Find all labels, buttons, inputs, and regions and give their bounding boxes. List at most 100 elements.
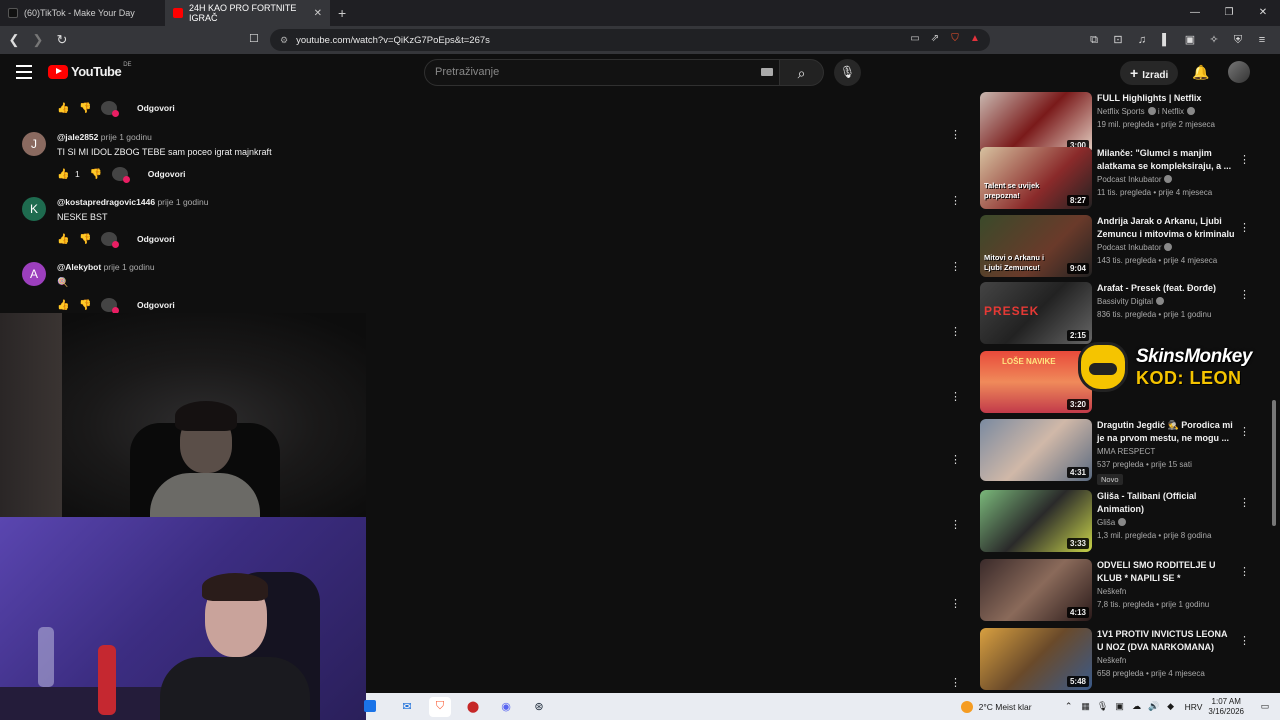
video-title[interactable]: Dragutin Jegdić 🕵 Porodica mi je na prvo… <box>1097 419 1235 445</box>
more-options-icon[interactable]: ⋮ <box>950 128 961 141</box>
commenter-avatar[interactable]: J <box>22 132 46 156</box>
system-clock[interactable]: 1:07 AM 3/16/2026 <box>1208 697 1244 717</box>
like-icon[interactable]: 👍 <box>57 169 69 180</box>
video-title[interactable]: Milanče: "Glumci s manjim alatkama se ko… <box>1097 147 1235 173</box>
extensions-icon[interactable]: ⧉ <box>1086 32 1102 48</box>
more-options-icon[interactable]: ⋮ <box>950 453 961 466</box>
search-input[interactable]: Pretraživanje <box>424 59 780 86</box>
dislike-icon[interactable]: 👎 <box>90 169 102 180</box>
minimize-icon[interactable]: — <box>1178 0 1212 26</box>
leo-ai-icon[interactable]: ✧ <box>1206 32 1222 48</box>
hamburger-menu-icon[interactable] <box>16 65 32 79</box>
close-window-icon[interactable]: ✕ <box>1246 0 1280 26</box>
close-tab-icon[interactable]: ✕ <box>314 8 322 19</box>
back-icon[interactable]: ❮ <box>4 32 24 48</box>
page-scrollbar[interactable] <box>1272 400 1276 526</box>
steam-icon[interactable]: ⊛ <box>528 697 550 717</box>
tray-app-icon[interactable]: ◆ <box>1164 701 1178 712</box>
screenshot-icon[interactable]: ⊡ <box>1110 32 1126 48</box>
windows-start-icon[interactable] <box>364 700 376 712</box>
channel-name[interactable]: Netflix Sports <box>1097 107 1145 116</box>
more-options-icon[interactable]: ⋮ <box>950 325 961 338</box>
more-options-icon[interactable]: ⋮ <box>950 390 961 403</box>
like-icon[interactable]: 👍 <box>57 234 69 245</box>
channel-name[interactable]: Bassivity Digital <box>1097 297 1153 306</box>
youtube-logo[interactable]: YouTube DE <box>48 62 132 79</box>
more-options-icon[interactable]: ⋮ <box>1239 221 1250 234</box>
channel-suffix[interactable]: i Netflix <box>1158 107 1184 116</box>
vpn-icon[interactable]: ⛨ <box>1230 32 1246 48</box>
comment-time[interactable]: prije 1 godinu <box>157 197 208 207</box>
dislike-icon[interactable]: 👎 <box>79 103 91 114</box>
channel-name[interactable]: Neškefn <box>1097 656 1126 665</box>
language-indicator[interactable]: HRV <box>1185 702 1203 712</box>
recommended-video[interactable]: Talent se uvijek prepozna! 8:27 Milanče:… <box>980 147 1250 211</box>
video-thumbnail[interactable]: Talent se uvijek prepozna! 8:27 <box>980 147 1092 209</box>
comment-author[interactable]: @kostapredragovic1446 <box>57 197 155 207</box>
volume-icon[interactable]: 🔊 <box>1147 701 1161 712</box>
more-options-icon[interactable]: ⋮ <box>950 518 961 531</box>
bookmark-icon[interactable]: ☐ <box>249 32 259 45</box>
new-tab-button[interactable]: + <box>338 5 346 21</box>
address-bar[interactable]: ⚙ youtube.com/watch?v=QiKzG7PoEps&t=267s… <box>270 29 990 51</box>
comment-author[interactable]: @jale2852 <box>57 132 98 142</box>
network-icon[interactable]: ▦ <box>1079 701 1093 712</box>
restore-icon[interactable]: ❐ <box>1212 0 1246 26</box>
video-title[interactable]: Arafat - Presek (feat. Đorđe) <box>1097 282 1235 295</box>
more-options-icon[interactable]: ⋮ <box>1239 288 1250 301</box>
notifications-icon[interactable]: 🔔 <box>1192 64 1209 81</box>
recommended-video[interactable]: Mitovi o Arkanu i Ljubi Zemuncu! 9:04 An… <box>980 215 1250 279</box>
keyboard-icon[interactable] <box>761 68 773 76</box>
outlook-icon[interactable]: ✉ <box>396 697 418 717</box>
tray-expand-icon[interactable]: ⌃ <box>1062 701 1076 712</box>
tab-tiktok[interactable]: (60)TikTok - Make Your Day <box>0 0 165 26</box>
like-icon[interactable]: 👍 <box>57 300 69 311</box>
video-title[interactable]: 1V1 PROTIV INVICTUS LEONA U NOZ (DVA NAR… <box>1097 628 1235 654</box>
app-icon[interactable]: ⬤ <box>462 697 484 717</box>
recommended-video[interactable]: 3:33 Gliša - Talibani (Official Animatio… <box>980 490 1250 554</box>
more-options-icon[interactable]: ⋮ <box>950 260 961 273</box>
dislike-icon[interactable]: 👎 <box>79 300 91 311</box>
search-button[interactable]: ⌕ <box>780 59 824 86</box>
video-thumbnail[interactable]: 3:33 <box>980 490 1092 552</box>
discord-icon[interactable]: ◉ <box>495 697 517 717</box>
comment-author[interactable]: @Alekybot <box>57 262 101 272</box>
reload-icon[interactable]: ↻ <box>52 32 72 48</box>
more-options-icon[interactable]: ⋮ <box>1239 565 1250 578</box>
wallet-icon[interactable]: ▣ <box>1182 32 1198 48</box>
more-options-icon[interactable]: ⋮ <box>950 676 961 689</box>
share-icon[interactable]: ⇗ <box>928 33 942 47</box>
video-title[interactable]: FULL Highlights | Netflix <box>1097 92 1235 105</box>
more-options-icon[interactable]: ⋮ <box>1239 496 1250 509</box>
video-thumbnail[interactable]: Mitovi o Arkanu i Ljubi Zemuncu! 9:04 <box>980 215 1092 277</box>
commenter-avatar[interactable]: K <box>22 197 46 221</box>
more-options-icon[interactable]: ⋮ <box>1239 634 1250 647</box>
music-icon[interactable]: ♫ <box>1134 32 1150 48</box>
more-options-icon[interactable]: ⋮ <box>1239 153 1250 166</box>
reply-button[interactable]: Odgovori <box>137 103 175 113</box>
menu-icon[interactable]: ≡ <box>1254 32 1270 48</box>
microphone-icon[interactable]: 🎙 <box>1096 701 1110 712</box>
more-options-icon[interactable]: ⋮ <box>950 194 961 207</box>
tab-youtube-video[interactable]: 24H KAO PRO FORTNITE IGRAČ ✕ <box>165 0 330 26</box>
recommended-video[interactable]: 4:31 Dragutin Jegdić 🕵 Porodica mi je na… <box>980 419 1250 485</box>
tray-app-icon[interactable]: ▣ <box>1113 701 1127 712</box>
dislike-icon[interactable]: 👎 <box>79 234 91 245</box>
video-title[interactable]: Andrija Jarak o Arkanu, Ljubi Zemuncu i … <box>1097 215 1235 241</box>
video-thumbnail[interactable]: PRESEK 2:15 <box>980 282 1092 344</box>
commenter-avatar[interactable]: A <box>22 262 46 286</box>
voice-search-button[interactable]: 🎙 <box>834 59 861 86</box>
account-avatar[interactable] <box>1228 61 1250 83</box>
video-thumbnail[interactable]: 4:13 <box>980 559 1092 621</box>
video-title[interactable]: ODVELI SMO RODITELJE U KLUB * NAPILI SE … <box>1097 559 1235 585</box>
video-thumbnail[interactable]: 4:31 <box>980 419 1092 481</box>
channel-name[interactable]: Podcast Inkubator <box>1097 175 1161 184</box>
video-thumbnail[interactable]: LOŠE NAVIKE 3:20 <box>980 351 1092 413</box>
more-options-icon[interactable]: ⋮ <box>950 597 961 610</box>
recommended-video[interactable]: 4:13 ODVELI SMO RODITELJE U KLUB * NAPIL… <box>980 559 1250 623</box>
reply-button[interactable]: Odgovori <box>148 169 186 179</box>
brave-browser-icon[interactable]: ⛉ <box>429 696 451 717</box>
recommended-video[interactable]: PRESEK 2:15 Arafat - Presek (feat. Đorđe… <box>980 282 1250 346</box>
channel-name[interactable]: Gliša <box>1097 518 1115 527</box>
comment-time[interactable]: prije 1 godinu <box>101 132 152 142</box>
